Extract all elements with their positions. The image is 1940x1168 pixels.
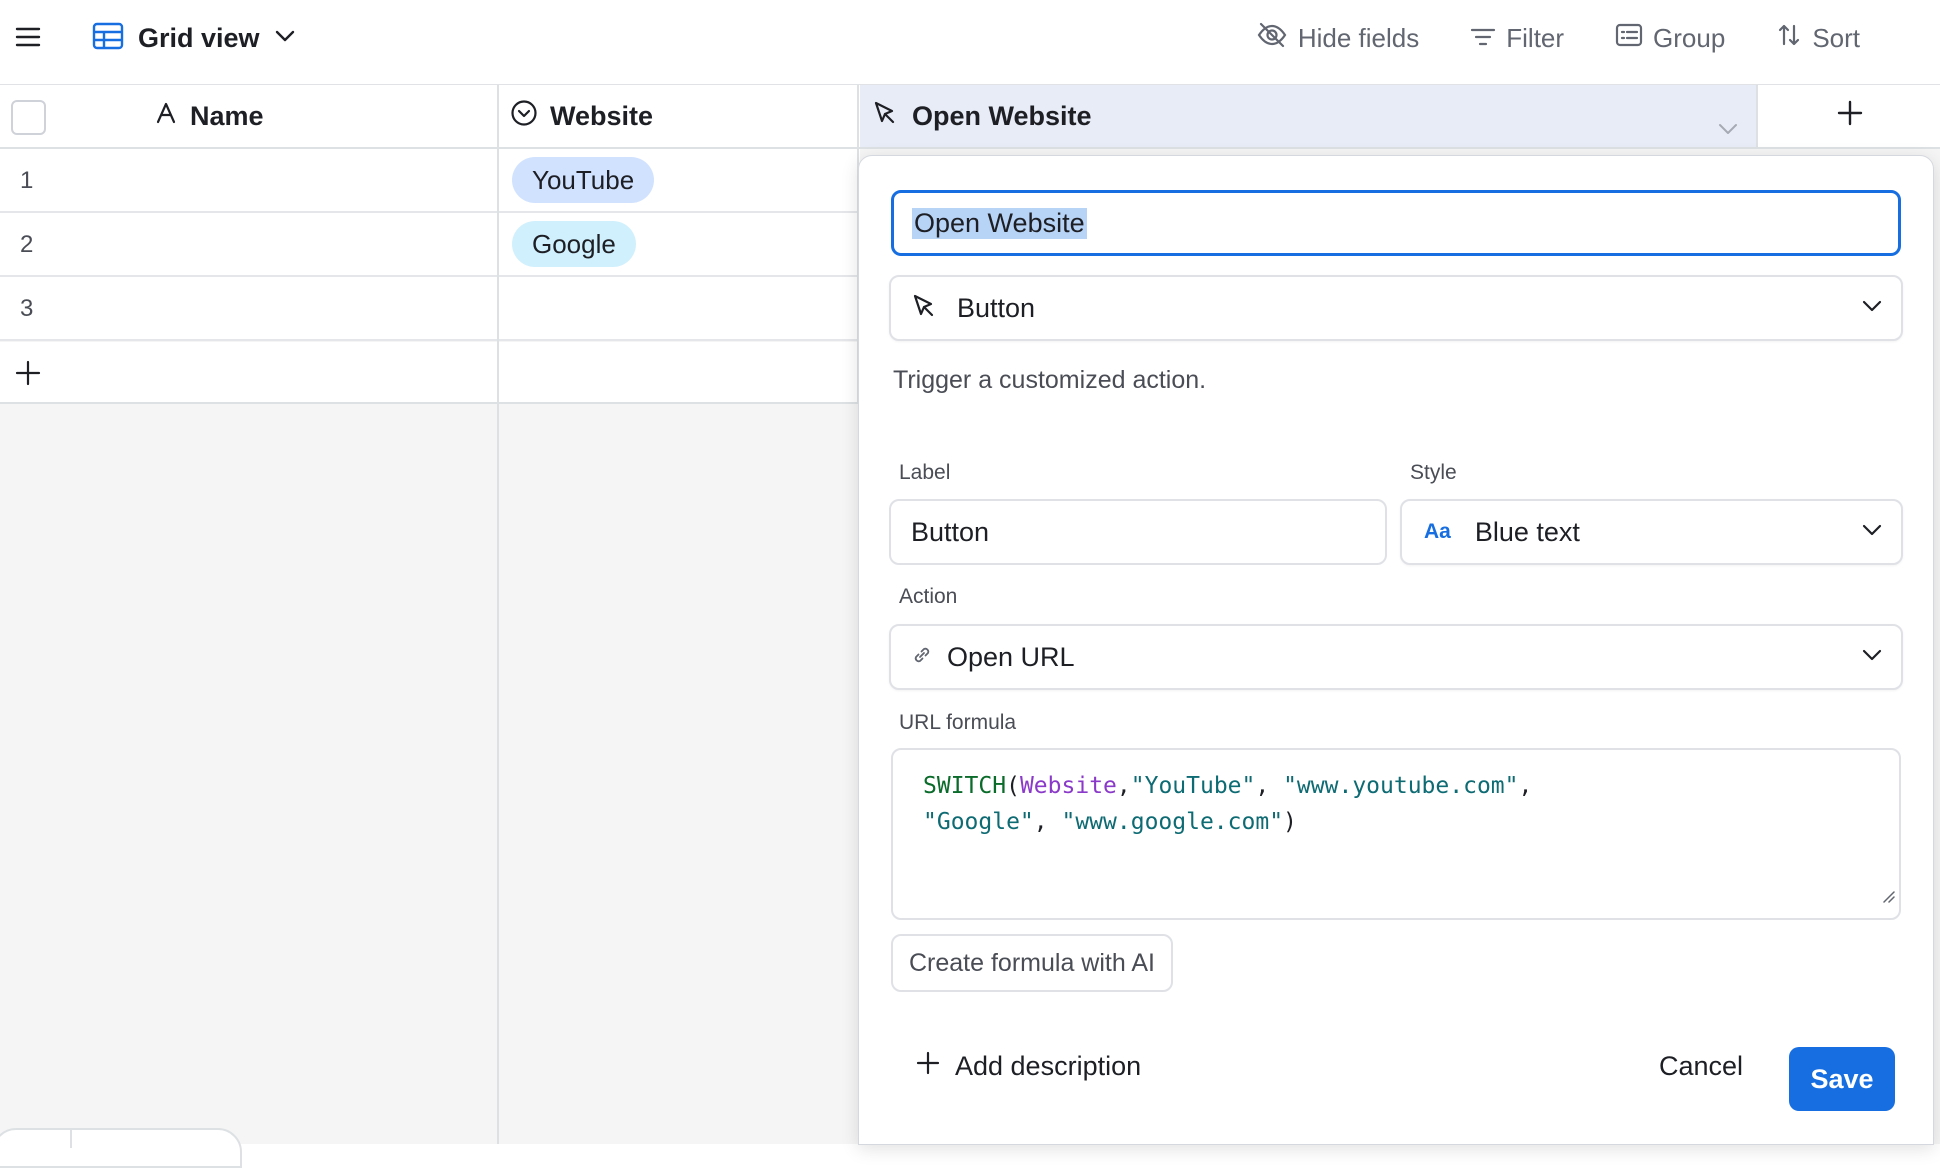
column-divider: [497, 85, 499, 1144]
formula-string: "www.youtube.com": [1283, 773, 1519, 799]
eye-slash-icon: [1256, 22, 1288, 55]
save-label: Save: [1810, 1063, 1874, 1094]
filter-icon: [1470, 23, 1496, 54]
sort-button[interactable]: Sort: [1776, 22, 1860, 55]
create-formula-ai-label: Create formula with AI: [909, 948, 1155, 977]
row-number: 1: [20, 167, 34, 194]
field-editor-popover: Open Website Button Trigger a customized…: [858, 155, 1934, 1145]
column-header-name[interactable]: Name: [154, 85, 264, 147]
view-toolbar: Grid view Hide fields Filter Group Sort: [0, 0, 1940, 85]
field-name-input[interactable]: Open Website: [891, 190, 1901, 256]
footer-tab-divider: [70, 1128, 72, 1148]
action-value: Open URL: [947, 641, 1075, 672]
row-number: 2: [20, 231, 34, 258]
single-select-icon: [510, 99, 538, 134]
button-label-value: Button: [911, 516, 990, 547]
column-divider: [1756, 85, 1758, 149]
sort-arrows-icon: [1776, 22, 1802, 55]
row-number: 3: [20, 295, 34, 322]
chevron-down-icon: [1861, 523, 1883, 542]
label-caption: Label: [899, 461, 951, 484]
link-icon: [911, 644, 933, 671]
plus-icon: [915, 1050, 941, 1083]
button-label-input[interactable]: Button: [889, 499, 1387, 565]
add-record-button[interactable]: [0, 342, 860, 404]
formula-field-ref: Website: [1019, 773, 1117, 799]
footer-tab: [0, 1128, 242, 1168]
cursor-button-icon: [872, 99, 900, 134]
cursor-button-icon: [911, 292, 939, 325]
chevron-down-icon: [1861, 648, 1883, 667]
grid-header: Name Website Open Website: [0, 85, 1940, 149]
formula-string: "YouTube": [1130, 773, 1256, 799]
add-field-button[interactable]: [1836, 85, 1864, 147]
table-row[interactable]: 2 Google: [0, 213, 860, 277]
filter-button[interactable]: Filter: [1470, 23, 1564, 54]
chevron-down-icon: [274, 29, 296, 48]
field-type-value: Button: [957, 292, 1036, 323]
group-icon: [1615, 23, 1643, 54]
chevron-down-icon: [1861, 299, 1883, 318]
save-button[interactable]: Save: [1789, 1047, 1895, 1111]
select-all-checkbox[interactable]: [11, 100, 46, 135]
url-formula-editor[interactable]: SWITCH(Website,"YouTube", "www.youtube.c…: [891, 748, 1901, 920]
url-formula-caption: URL formula: [899, 711, 1017, 734]
table-row[interactable]: 1 YouTube: [0, 149, 860, 213]
grid-view-icon: [92, 22, 124, 55]
text-field-icon: [154, 101, 178, 132]
view-switcher[interactable]: Grid view: [92, 18, 296, 58]
formula-string: "Google": [923, 809, 1034, 835]
website-pill[interactable]: Google: [512, 221, 636, 267]
hide-fields-label: Hide fields: [1297, 22, 1420, 53]
website-pill[interactable]: YouTube: [512, 157, 655, 203]
sort-label: Sort: [1812, 22, 1860, 53]
view-name: Grid view: [138, 22, 260, 53]
action-caption: Action: [899, 585, 958, 608]
hamburger-menu-icon[interactable]: [14, 26, 44, 48]
column-header-open-website[interactable]: Open Website: [860, 85, 1756, 147]
column-header-label: Website: [550, 100, 654, 131]
plus-icon: [1836, 99, 1864, 134]
add-description-label: Add description: [955, 1050, 1142, 1081]
field-type-description: Trigger a customized action.: [893, 366, 1207, 394]
field-type-select[interactable]: Button: [889, 275, 1903, 341]
create-formula-ai-button[interactable]: Create formula with AI: [891, 934, 1173, 992]
chevron-down-icon[interactable]: [1718, 111, 1738, 142]
action-select[interactable]: Open URL: [889, 624, 1903, 690]
plus-icon: [14, 359, 42, 392]
hide-fields-button[interactable]: Hide fields: [1256, 22, 1419, 55]
button-style-select[interactable]: Aa Blue text: [1400, 499, 1903, 565]
style-caption: Style: [1410, 461, 1457, 484]
table-row[interactable]: 3: [0, 277, 860, 341]
formula-function: SWITCH: [923, 773, 1007, 799]
button-style-value: Blue text: [1474, 516, 1580, 547]
group-button[interactable]: Group: [1615, 23, 1725, 54]
resize-handle-icon[interactable]: [1881, 878, 1895, 914]
filter-label: Filter: [1506, 22, 1565, 53]
formula-string: "www.google.com": [1061, 809, 1284, 835]
group-label: Group: [1653, 22, 1726, 53]
column-header-label: Name: [190, 100, 264, 131]
text-style-icon: Aa: [1424, 520, 1451, 543]
add-description-button[interactable]: Add description: [915, 1046, 1141, 1086]
cancel-label: Cancel: [1659, 1050, 1744, 1081]
cancel-button[interactable]: Cancel: [1659, 1046, 1743, 1086]
field-name-value: Open Website: [912, 207, 1087, 239]
column-header-label: Open Website: [912, 100, 1092, 131]
column-header-website[interactable]: Website: [510, 85, 653, 147]
